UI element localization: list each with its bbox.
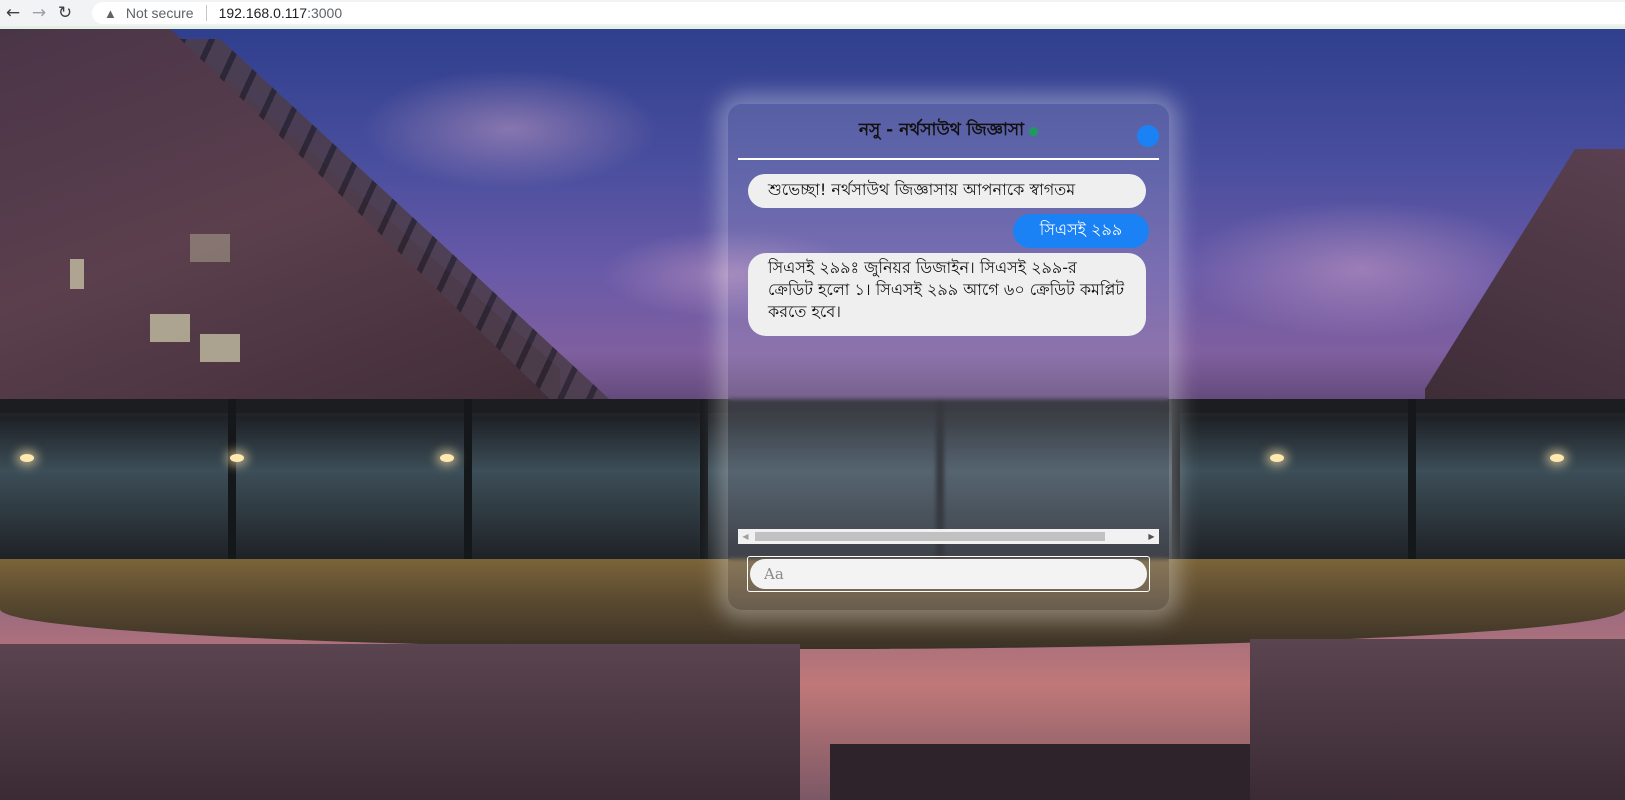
warning-icon[interactable]: ▲ (104, 6, 117, 21)
bot-message: সিএসই ২৯৯ঃ জুনিয়র ডিজাইন। সিএসই ২৯৯-র ক… (748, 253, 1146, 336)
message-input[interactable] (750, 559, 1147, 589)
bridge-light (20, 454, 34, 462)
building-window (150, 314, 190, 342)
browser-toolbar: ← → ↻ ▲ Not secure 192.168.0.117:3000 (0, 0, 1625, 29)
building-window (70, 259, 84, 289)
url-port[interactable]: :3000 (307, 5, 342, 21)
bridge-light (1550, 454, 1564, 462)
lower-right-building (1250, 639, 1625, 800)
message-list: শুভেচ্ছা! নর্থসাউথ জিজ্ঞাসায় আপনাকে স্ব… (748, 174, 1149, 524)
bridge-light (440, 454, 454, 462)
building-window (190, 234, 230, 262)
security-status[interactable]: Not secure (126, 5, 194, 21)
horizontal-scrollbar[interactable]: ◀ ▶ (738, 529, 1159, 544)
back-arrow-icon[interactable]: ← (0, 2, 26, 24)
bot-message: শুভেচ্ছা! নর্থসাউথ জিজ্ঞাসায় আপনাকে স্ব… (748, 174, 1146, 208)
online-status-icon (1029, 126, 1039, 136)
chat-header: নসু - নর্থসাউথ জিজ্ঞাসা (738, 104, 1159, 160)
address-bar[interactable]: ▲ Not secure 192.168.0.117:3000 (92, 2, 1625, 24)
cloud (360, 69, 660, 189)
scroll-right-icon[interactable]: ▶ (1144, 529, 1159, 544)
bridge-light (1270, 454, 1284, 462)
chat-widget: নসু - নর্থসাউথ জিজ্ঞাসা শুভেচ্ছা! নর্থসা… (728, 104, 1169, 610)
lower-left-building (0, 644, 800, 800)
bridge-light (230, 454, 244, 462)
scroll-track[interactable] (753, 529, 1144, 544)
scroll-thumb[interactable] (755, 532, 1105, 541)
reload-icon[interactable]: ↻ (52, 2, 78, 24)
forward-arrow-icon[interactable]: → (26, 2, 52, 24)
scroll-left-icon[interactable]: ◀ (738, 529, 753, 544)
building-window (200, 334, 240, 362)
address-divider (205, 5, 207, 21)
chat-title: নসু - নর্থসাউথ জিজ্ঞাসা (858, 120, 1025, 140)
message-input-frame (747, 556, 1150, 592)
chat-menu-icon[interactable] (1137, 125, 1159, 147)
user-message: সিএসই ২৯৯ (1013, 214, 1149, 248)
url-host[interactable]: 192.168.0.117 (219, 5, 308, 21)
lower-center-building (830, 744, 1250, 800)
